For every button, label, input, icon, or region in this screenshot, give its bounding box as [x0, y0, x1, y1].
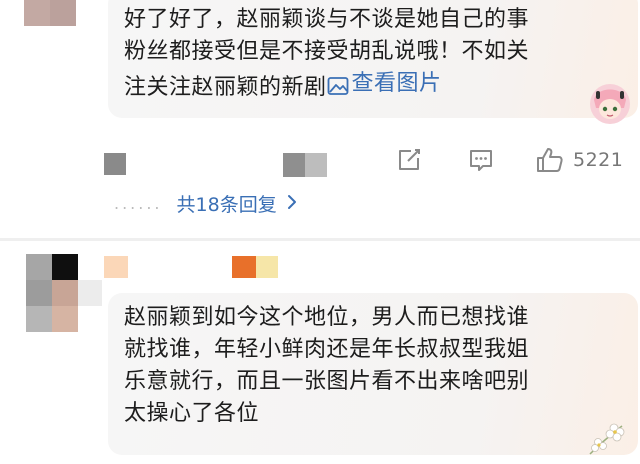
like-count: 5221	[573, 149, 624, 171]
avatar[interactable]	[24, 0, 76, 26]
view-replies-link[interactable]: ...... 共18条回复	[114, 190, 297, 217]
flower-sticker	[584, 418, 628, 458]
divider	[0, 238, 640, 241]
comment-line-end: 注关注赵丽颖的新剧	[124, 75, 327, 100]
avatar[interactable]	[26, 254, 78, 332]
redacted-block	[104, 256, 128, 278]
redacted-block	[256, 256, 278, 278]
redacted-block	[283, 153, 305, 177]
sticker-icon	[590, 84, 630, 124]
redacted-block	[104, 153, 126, 175]
view-image-label: 查看图片	[351, 71, 442, 96]
comment-line: 就找谁，年轻小鲜肉还是年长叔叔型我姐	[124, 337, 530, 362]
share-icon	[399, 149, 420, 170]
comment-line: 粉丝都接受但是不接受胡乱说哦！不如关	[124, 39, 530, 64]
redacted-block	[305, 153, 327, 177]
share-button[interactable]	[395, 146, 423, 174]
redacted-block	[232, 256, 256, 278]
thumbs-up-icon	[537, 148, 563, 172]
comment-line: 乐意就行，而且一张图片看不出来啥吧别	[124, 369, 530, 394]
redacted-block	[78, 280, 102, 306]
replies-dots: ......	[114, 194, 163, 213]
comment-icon	[470, 150, 492, 171]
comment-line: 注关注赵丽颖的新剧 查看图片	[124, 68, 529, 104]
sticker-avatar	[588, 82, 632, 126]
like-button[interactable]: 5221	[535, 146, 623, 174]
action-bar: 5221	[395, 146, 623, 174]
comment-button[interactable]	[467, 146, 495, 174]
comment-text: 赵丽颖到如今这个地位，男人而已想找谁 就找谁，年轻小鲜肉还是年长叔叔型我姐 乐意…	[124, 302, 529, 430]
comment-line: 赵丽颖到如今这个地位，男人而已想找谁	[124, 305, 530, 330]
view-image-link[interactable]: 查看图片	[327, 68, 442, 100]
comment-line: 太操心了各位	[124, 401, 260, 426]
image-icon	[327, 77, 348, 95]
comment-line: 好了好了，赵丽颖谈与不谈是她自己的事	[124, 7, 530, 32]
replies-label: 共18条回复	[176, 194, 277, 216]
chevron-right-icon	[287, 193, 297, 215]
flower-icon	[589, 423, 625, 455]
comment-text: 好了好了，赵丽颖谈与不谈是她自己的事 粉丝都接受但是不接受胡乱说哦！不如关 注关…	[124, 4, 529, 104]
